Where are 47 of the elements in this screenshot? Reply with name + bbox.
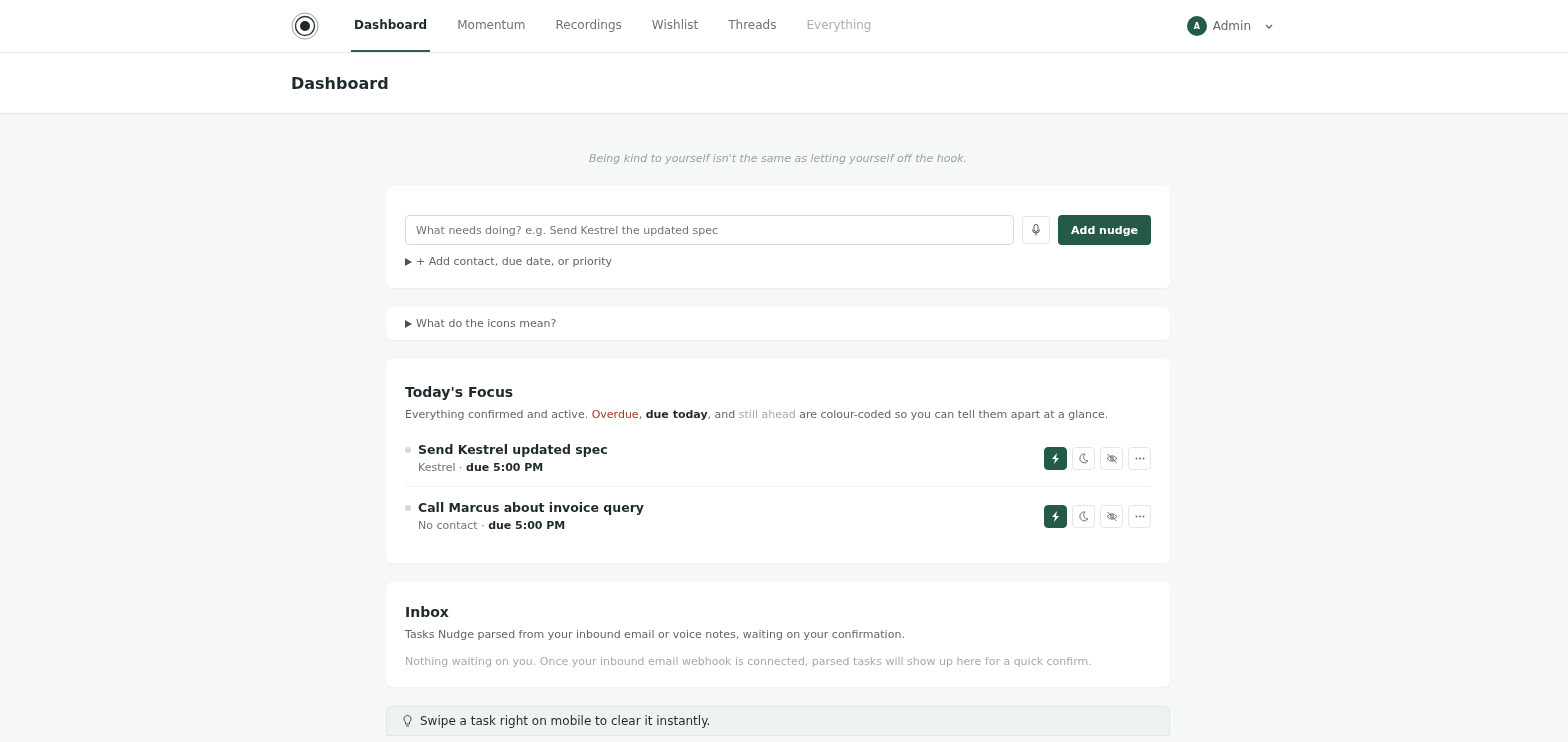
tip-text: Swipe a task right on mobile to clear it instantly. — [420, 714, 711, 728]
section-title: Inbox — [405, 604, 450, 620]
microphone-button[interactable] — [1022, 216, 1051, 244]
task-title[interactable]: Call Marcus about invoice query — [418, 500, 644, 515]
details-toggle[interactable]: + Add contact, due date, or priority — [416, 255, 613, 268]
moon-icon — [1078, 510, 1089, 522]
hide-action-button[interactable] — [1100, 446, 1123, 470]
more-action-button[interactable] — [1128, 504, 1151, 528]
expand-triangle-icon — [405, 319, 412, 328]
nav-tab[interactable]: Threads — [725, 0, 780, 52]
inbox-description: Tasks Nudge parsed from your inbound email or voice notes, waiting on your confirmation. — [405, 628, 906, 641]
legend-toggle[interactable]: What do the icons mean? — [416, 317, 557, 330]
section-title: Today's Focus — [405, 384, 515, 400]
more-icon — [1134, 514, 1145, 518]
task-meta: Kestrel · due 5:00 PM — [418, 461, 545, 474]
chevron-down-icon[interactable] — [1265, 23, 1273, 29]
inbox-empty-text: Nothing waiting on you. Once your inbound email webhook is connected, parsed tasks will show up here for a quick confirm. — [405, 655, 1093, 668]
more-action-button[interactable] — [1128, 446, 1151, 470]
task-meta: No contact · due 5:00 PM — [418, 519, 567, 532]
user-avatar[interactable]: A — [1186, 16, 1207, 36]
hidden-eye-icon — [1105, 510, 1118, 522]
user-name[interactable]: Admin — [1212, 19, 1251, 33]
nav-tab[interactable]: Momentum — [454, 0, 529, 52]
nav-tab[interactable]: Wishlist — [648, 0, 702, 52]
quote-text: Being kind to yourself isn't the same as letting yourself off the hook. — [587, 152, 969, 165]
moon-action-button[interactable] — [1072, 446, 1095, 470]
hide-action-button[interactable] — [1100, 504, 1123, 528]
expand-triangle-icon — [405, 257, 412, 266]
page-title: Dashboard — [291, 73, 389, 93]
lightning-icon — [1050, 452, 1061, 464]
status-dot — [405, 447, 411, 453]
microphone-icon — [1032, 224, 1041, 236]
moon-action-button[interactable] — [1072, 504, 1095, 528]
hidden-eye-icon — [1105, 452, 1118, 464]
logo-icon[interactable] — [291, 12, 319, 40]
bolt-action-button[interactable] — [1044, 504, 1067, 528]
task-input-field[interactable]: What needs doing? e.g. Send Kestrel the updated spec — [405, 215, 1015, 245]
lightning-icon — [1050, 510, 1061, 522]
lightbulb-icon — [403, 715, 412, 727]
more-icon — [1134, 456, 1145, 460]
task-title[interactable]: Send Kestrel updated spec — [418, 442, 608, 457]
nav-tab[interactable]: Recordings — [552, 0, 625, 52]
bolt-action-button[interactable] — [1044, 446, 1067, 470]
moon-icon — [1078, 452, 1089, 464]
add-nudge-button[interactable]: Add nudge — [1058, 215, 1151, 245]
status-dot — [405, 505, 411, 511]
focus-description: Everything confirmed and active. Overdue, due today, and still ahead are colour-coded so you can tell them apart at a glance. — [405, 408, 1110, 421]
